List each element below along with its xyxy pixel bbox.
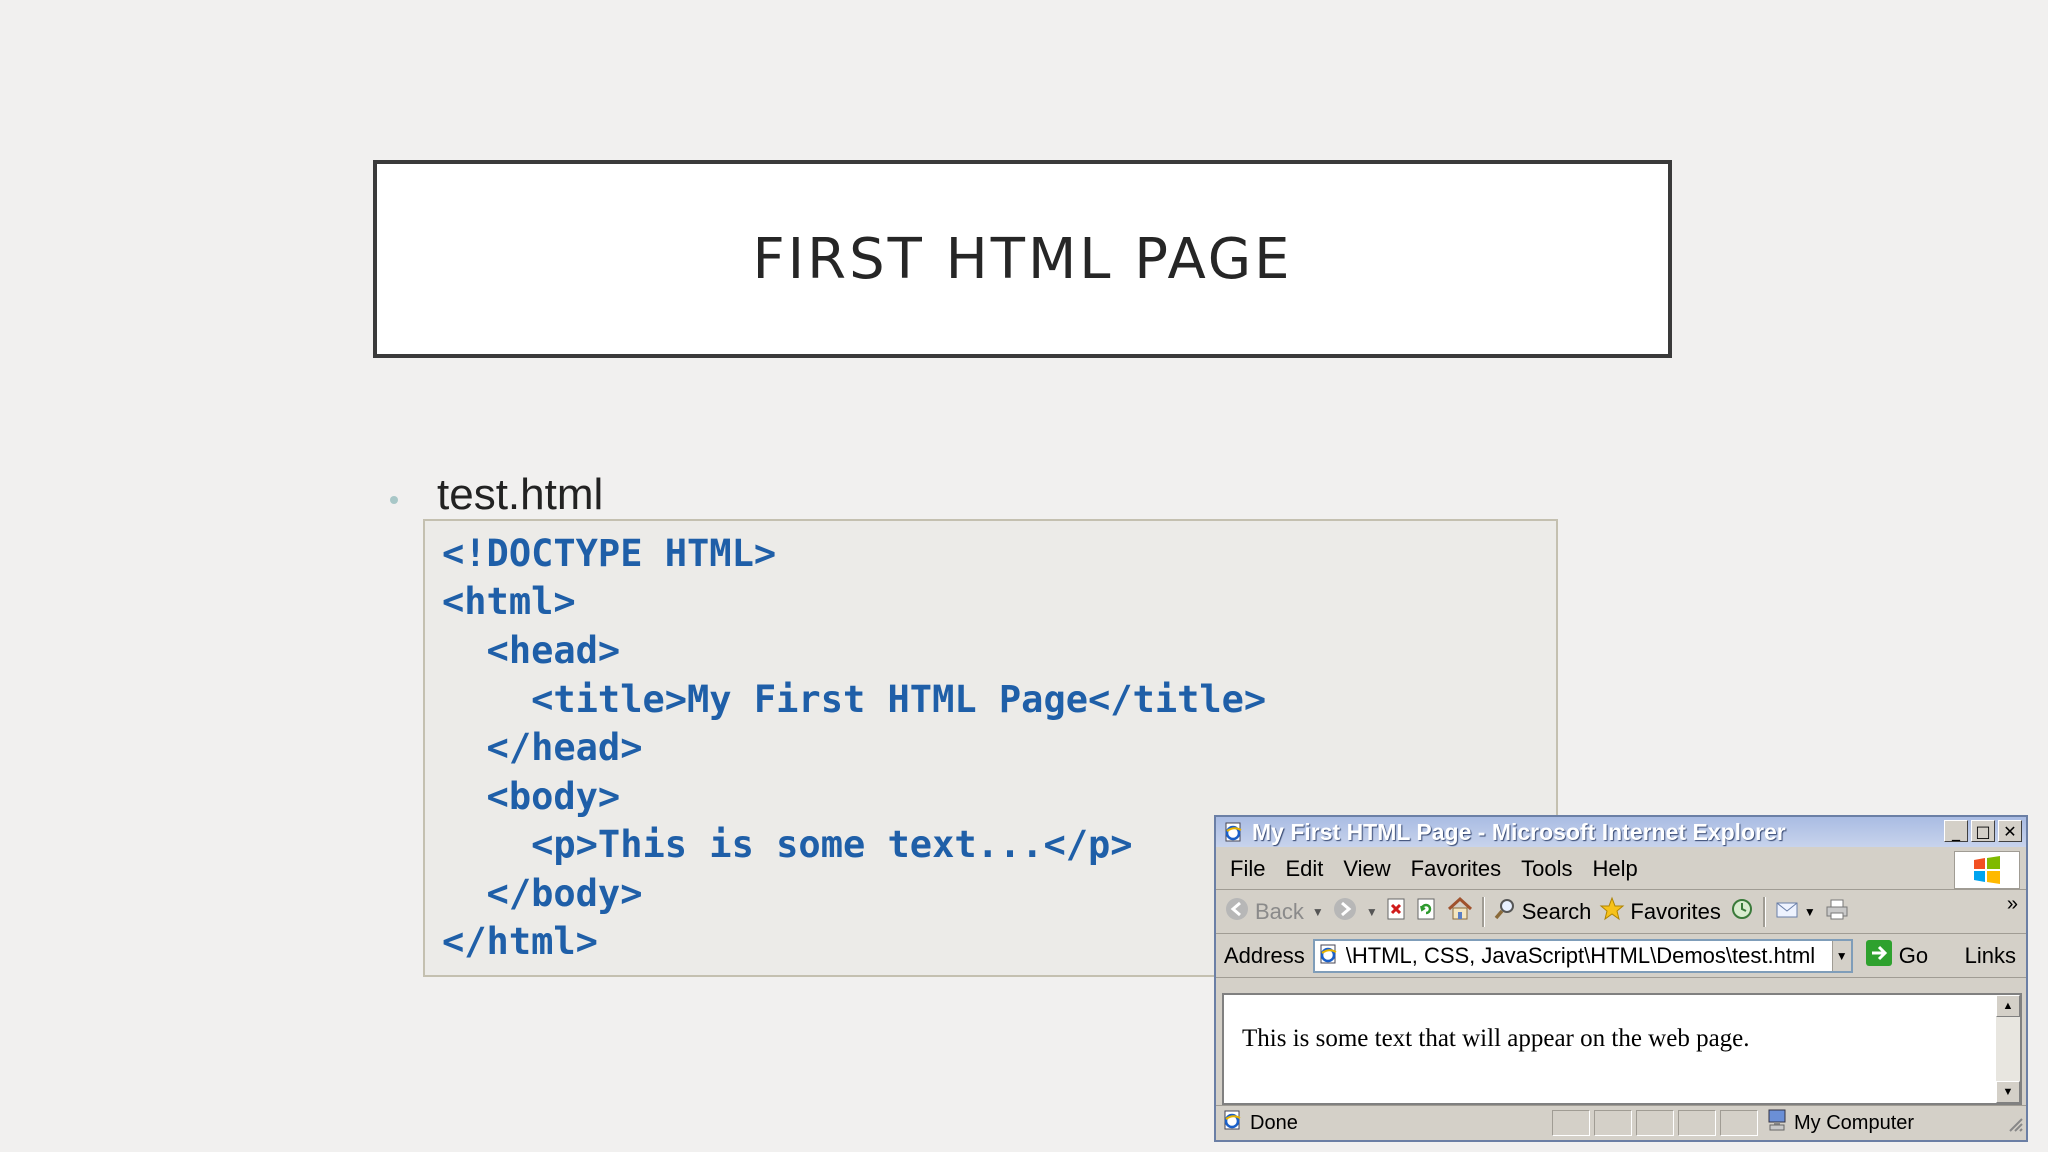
address-bar: Address \HTML, CSS, JavaScript\HTML\Demo… (1216, 935, 2026, 978)
chevron-down-icon[interactable]: ▼ (1804, 905, 1816, 919)
favorites-button[interactable]: Favorites (1599, 896, 1721, 928)
zone-text: My Computer (1794, 1111, 1915, 1134)
menu-file[interactable]: File (1230, 856, 1265, 882)
refresh-icon (1416, 897, 1438, 927)
history-icon (1729, 896, 1755, 928)
bullet-marker (390, 496, 398, 504)
bullet-text: test.html (437, 470, 604, 519)
computer-icon (1766, 1108, 1788, 1138)
refresh-button[interactable] (1416, 897, 1438, 927)
code-line: <title>My First HTML Page</title> (442, 678, 1267, 721)
browser-title: My First HTML Page - Microsoft Internet … (1252, 818, 1786, 845)
scroll-up-arrow-icon[interactable]: ▲ (1996, 995, 2020, 1017)
home-button[interactable] (1446, 896, 1474, 928)
stop-icon (1386, 897, 1408, 927)
toolbar-more-chevron[interactable]: » (2007, 893, 2018, 916)
search-icon (1493, 897, 1517, 927)
maximize-button[interactable]: □ (1971, 820, 1995, 842)
mail-button[interactable]: ▼ (1774, 897, 1816, 927)
toolbar-separator (1481, 897, 1485, 927)
page-text: This is some text that will appear on th… (1242, 1025, 1750, 1052)
status-panel (1720, 1110, 1758, 1136)
back-arrow-icon (1224, 896, 1250, 928)
status-panel (1552, 1110, 1590, 1136)
code-line: <head> (442, 629, 621, 672)
search-button[interactable]: Search (1493, 897, 1592, 927)
security-zone: My Computer (1766, 1108, 1914, 1138)
menu-bar: File Edit View Favorites Tools Help (1216, 849, 2026, 890)
star-icon (1599, 896, 1625, 928)
forward-button[interactable]: ▼ (1332, 896, 1378, 928)
chevron-down-icon[interactable]: ▼ (1366, 905, 1378, 919)
slide-title-box: FIRST HTML PAGE (373, 160, 1672, 358)
menu-view[interactable]: View (1343, 856, 1390, 882)
links-button[interactable]: Links (1965, 943, 2016, 969)
address-label: Address (1224, 943, 1305, 968)
code-line: <!DOCTYPE HTML> (442, 532, 777, 575)
page-content-area: This is some text that will appear on th… (1222, 993, 2022, 1105)
print-button[interactable] (1824, 897, 1850, 927)
code-line: </body> (442, 872, 643, 915)
minimize-button[interactable]: _ (1944, 820, 1968, 842)
favorites-label: Favorites (1630, 899, 1721, 924)
vertical-scrollbar[interactable]: ▲ ▼ (1996, 995, 2020, 1103)
status-panel (1594, 1110, 1632, 1136)
code-line: <html> (442, 580, 576, 623)
back-label: Back (1255, 899, 1304, 924)
slide-title: FIRST HTML PAGE (752, 226, 1293, 292)
chevron-down-icon[interactable]: ▼ (1312, 905, 1324, 919)
close-button[interactable]: ✕ (1998, 820, 2022, 842)
resize-grip-icon[interactable] (2006, 1115, 2024, 1138)
menu-favorites[interactable]: Favorites (1411, 856, 1501, 882)
stop-button[interactable] (1386, 897, 1408, 927)
code-line: <body> (442, 775, 621, 818)
browser-titlebar[interactable]: My First HTML Page - Microsoft Internet … (1216, 817, 2026, 847)
printer-icon (1824, 897, 1850, 927)
status-bar: Done My Computer (1216, 1105, 2026, 1140)
go-label: Go (1898, 943, 1929, 968)
browser-window: My First HTML Page - Microsoft Internet … (1214, 815, 2028, 1142)
code-line: <p>This is some text...</p> (442, 823, 1133, 866)
search-label: Search (1521, 899, 1592, 924)
go-button[interactable]: Go (1865, 939, 1928, 973)
page-icon (1318, 943, 1340, 970)
status-text: Done (1250, 1111, 1298, 1134)
code-line: </html> (442, 920, 598, 963)
address-value: \HTML, CSS, JavaScript\HTML\Demos\test.h… (1345, 943, 1816, 968)
status-panel (1636, 1110, 1674, 1136)
go-arrow-icon (1865, 939, 1893, 973)
scroll-down-arrow-icon[interactable]: ▼ (1996, 1081, 2020, 1103)
toolbar-separator (1762, 897, 1766, 927)
back-button[interactable]: Back ▼ (1224, 896, 1324, 928)
standard-toolbar: Back ▼ ▼ Search Favorites ▼ » (1216, 891, 2026, 934)
ie-page-icon (1222, 820, 1246, 844)
forward-arrow-icon (1332, 896, 1358, 928)
windows-logo-icon (1954, 851, 2020, 889)
menu-edit[interactable]: Edit (1285, 856, 1323, 882)
home-icon (1446, 896, 1474, 928)
history-button[interactable] (1729, 896, 1755, 928)
mail-icon (1774, 897, 1802, 927)
status-done: Done (1222, 1109, 1548, 1137)
code-line: </head> (442, 726, 643, 769)
menu-help[interactable]: Help (1593, 856, 1638, 882)
address-dropdown-icon[interactable]: ▼ (1831, 941, 1851, 971)
address-field[interactable]: \HTML, CSS, JavaScript\HTML\Demos\test.h… (1312, 939, 1853, 973)
status-panel (1678, 1110, 1716, 1136)
menu-tools[interactable]: Tools (1521, 856, 1572, 882)
ie-page-icon (1222, 1109, 1244, 1137)
